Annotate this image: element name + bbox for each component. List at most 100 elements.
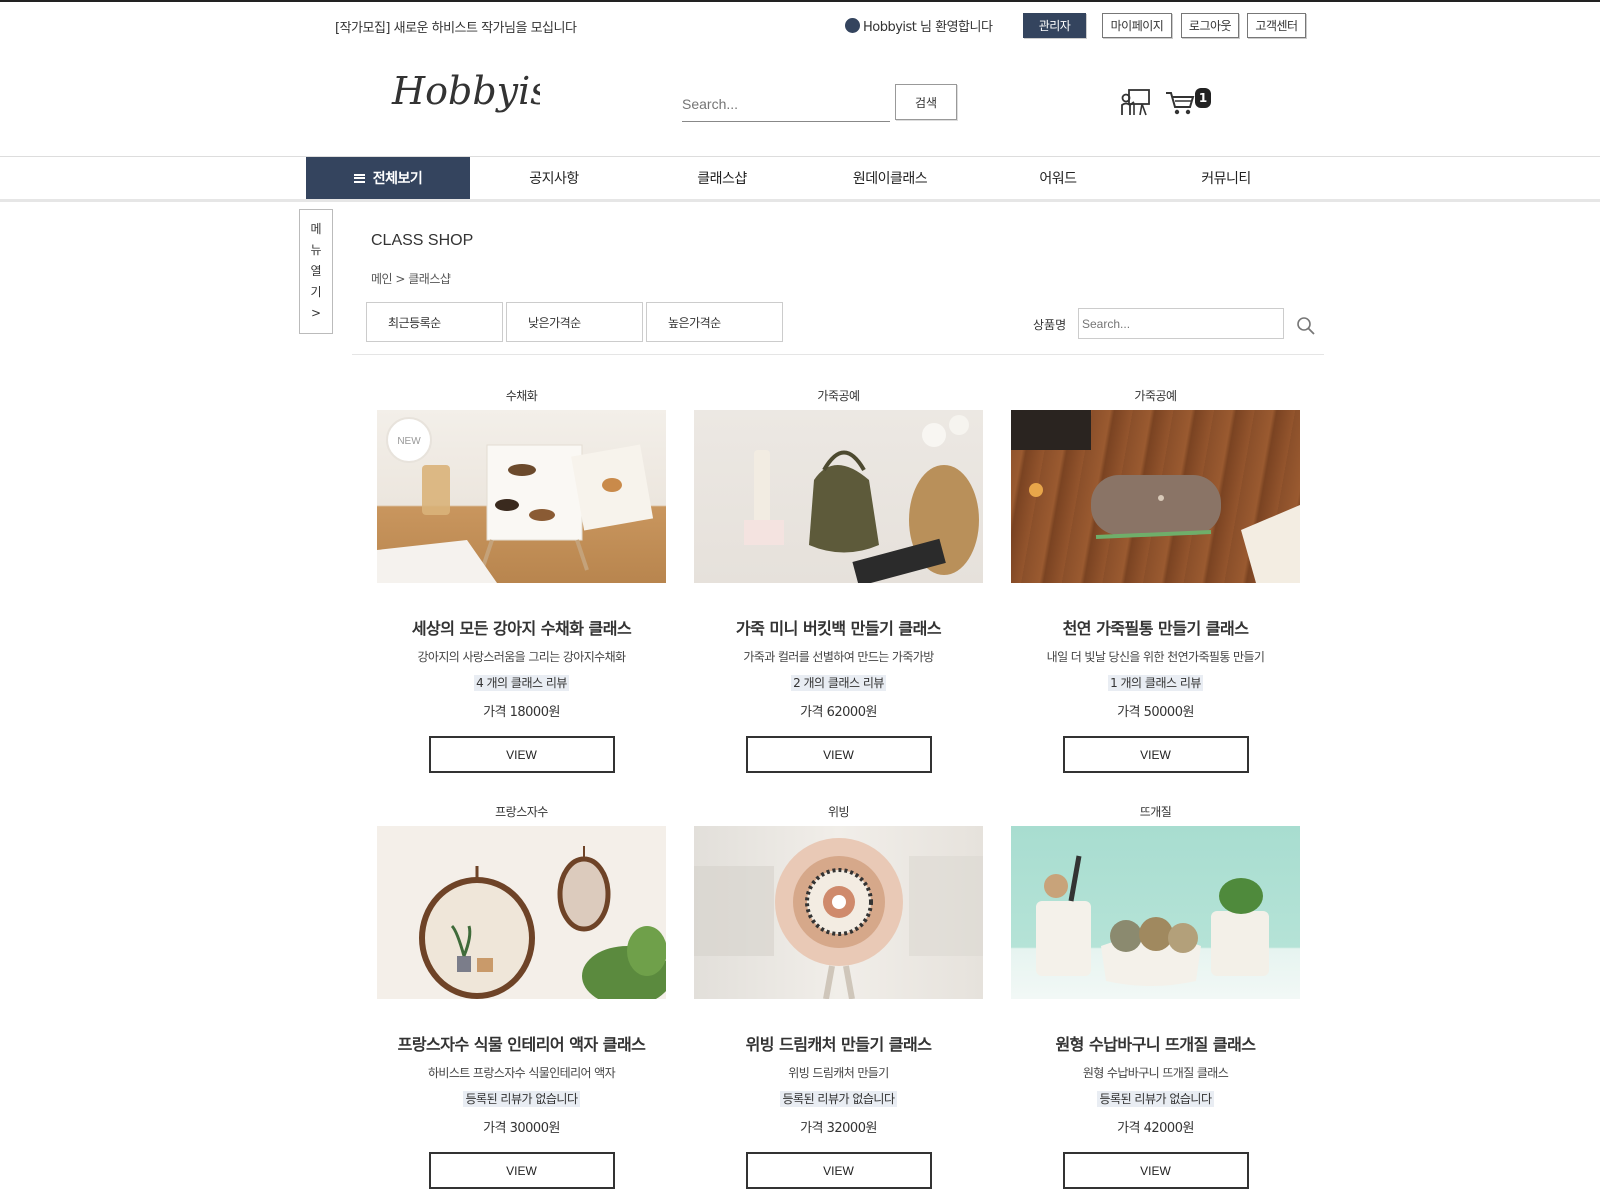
sort-price-high-button[interactable]: 높은가격순 [646, 302, 783, 342]
logo-text: Hobbyist [391, 69, 540, 113]
product-category: 수채화 [505, 389, 538, 403]
review-text: 2 개의 클래스 리뷰 [791, 675, 886, 691]
mypage-button[interactable]: 마이페이지 [1102, 13, 1172, 38]
product-category: 뜨개질 [1139, 805, 1172, 819]
header-search-button[interactable]: 검색 [895, 84, 957, 120]
product-review-count: 4 개의 클래스 리뷰 [377, 674, 666, 691]
product-search-input[interactable] [1079, 309, 1283, 338]
product-category: 위빙 [827, 805, 850, 819]
product-card: 가죽공예 천연 가죽필통 만들기 클래스 내일 더 빛날 당신을 위한 천연가죽… [1011, 388, 1300, 773]
side-menu-char: 열 [310, 264, 322, 278]
product-image[interactable] [694, 826, 983, 999]
customer-center-button[interactable]: 고객센터 [1247, 13, 1306, 38]
review-text: 등록된 리뷰가 없습니다 [780, 1091, 897, 1107]
cart-icon[interactable] [1165, 90, 1195, 116]
nav-divider-bottom [0, 199, 1600, 202]
header-search-field[interactable] [682, 86, 890, 122]
product-price: 가격 32000원 [800, 1121, 877, 1136]
watercolor-dog-illustration: NEW [377, 417, 654, 583]
view-button[interactable]: VIEW [428, 1152, 615, 1189]
hobbyist-logo-icon: Hobbyist [391, 69, 566, 113]
product-description: 강아지의 사랑스러움을 그리는 강아지수채화 [417, 650, 626, 664]
product-review-count: 등록된 리뷰가 없습니다 [694, 1090, 983, 1107]
product-review-count: 등록된 리뷰가 없습니다 [1011, 1090, 1300, 1107]
view-button[interactable]: VIEW [745, 736, 932, 773]
product-price: 가격 62000원 [800, 705, 877, 720]
main-nav: 전체보기 공지사항 클래스샵 원데이클래스 어워드 커뮤니티 [306, 157, 1310, 199]
product-image[interactable] [694, 410, 983, 583]
user-avatar [845, 18, 860, 33]
review-text: 1 개의 클래스 리뷰 [1108, 675, 1203, 691]
product-image[interactable] [1011, 410, 1300, 583]
product-title[interactable]: 세상의 모든 강아지 수채화 클래스 [377, 615, 666, 639]
review-text: 등록된 리뷰가 없습니다 [1097, 1091, 1214, 1107]
product-category: 가죽공예 [817, 389, 860, 403]
nav-item-oneday-class[interactable]: 원데이클래스 [806, 157, 974, 199]
product-search-field[interactable] [1078, 308, 1284, 339]
header-search-input[interactable] [682, 86, 890, 121]
leather-pencil-case-photo [1011, 410, 1300, 583]
product-card: 위빙 위빙 드림캐처 만들기 클래스 위빙 드림캐처 만들기 등록된 리뷰가 없… [694, 804, 983, 1189]
view-button[interactable]: VIEW [1062, 736, 1249, 773]
review-text: 등록된 리뷰가 없습니다 [463, 1091, 580, 1107]
welcome-message: Hobbyist 님 환영합니다 [845, 16, 993, 35]
product-category: 프랑스자수 [495, 805, 548, 819]
crochet-basket-photo [1036, 855, 1269, 986]
product-description: 내일 더 빛날 당신을 위한 천연가죽필통 만들기 [1046, 650, 1265, 664]
leather-bucket-bag-photo [744, 415, 979, 583]
embroidery-hoop-photo [419, 846, 666, 999]
product-price: 가격 42000원 [1117, 1121, 1194, 1136]
product-card: 수채화 NEW 세상의 모든 강아지 수채화 클래스 강아지의 사랑스러움을 그… [377, 388, 666, 773]
product-price: 가격 30000원 [483, 1121, 560, 1136]
top-border [0, 0, 1600, 2]
side-menu-char: > [310, 306, 322, 320]
nav-item-community[interactable]: 커뮤니티 [1142, 157, 1310, 199]
product-image[interactable] [377, 826, 666, 999]
side-menu-char: 뉴 [310, 243, 322, 257]
side-menu-char: 기 [310, 285, 322, 299]
product-category: 가죽공예 [1134, 389, 1177, 403]
side-menu-open-button[interactable]: 메 뉴 열 기 > [299, 209, 333, 334]
site-logo[interactable]: Hobbyist [390, 62, 566, 132]
view-button[interactable]: VIEW [428, 736, 615, 773]
product-review-count: 1 개의 클래스 리뷰 [1011, 674, 1300, 691]
nav-item-class-shop[interactable]: 클래스샵 [638, 157, 806, 199]
nav-item-notice[interactable]: 공지사항 [470, 157, 638, 199]
sort-newest-button[interactable]: 최근등록순 [366, 302, 503, 342]
view-button[interactable]: VIEW [1062, 1152, 1249, 1189]
product-card: 가죽공예 가죽 미니 버킷백 만들기 클래스 가죽과 컬러를 선별하여 만드는 … [694, 388, 983, 773]
cart-count-badge: 1 [1195, 88, 1211, 108]
product-description: 위빙 드림캐처 만들기 [788, 1066, 889, 1080]
product-title[interactable]: 프랑스자수 식물 인테리어 액자 클래스 [377, 1031, 666, 1055]
product-image[interactable] [1011, 826, 1300, 999]
content-divider [352, 354, 1324, 355]
breadcrumb: 메인 > 클래스샵 [371, 272, 451, 286]
review-text: 4 개의 클래스 리뷰 [474, 675, 569, 691]
class-icon[interactable] [1120, 88, 1152, 116]
sort-price-low-button[interactable]: 낮은가격순 [506, 302, 643, 342]
product-description: 가죽과 컬러를 선별하여 만드는 가죽가방 [743, 650, 934, 664]
page-title: CLASS SHOP [371, 232, 474, 249]
product-search-label: 상품명 [1033, 318, 1067, 332]
product-description: 하비스트 프랑스자수 식물인테리어 액자 [427, 1066, 616, 1080]
product-image[interactable]: NEW [377, 410, 666, 583]
product-title[interactable]: 원형 수납바구니 뜨개질 클래스 [1011, 1031, 1300, 1055]
welcome-text: Hobbyist 님 환영합니다 [863, 20, 993, 35]
recruit-notice-link[interactable]: [작가모집] 새로운 하비스트 작가님을 모십니다 [335, 17, 577, 36]
product-price: 가격 50000원 [1117, 705, 1194, 720]
product-review-count: 2 개의 클래스 리뷰 [694, 674, 983, 691]
product-title[interactable]: 위빙 드림캐처 만들기 클래스 [694, 1031, 983, 1055]
product-title[interactable]: 천연 가죽필통 만들기 클래스 [1011, 615, 1300, 639]
side-menu-char: 메 [310, 222, 322, 236]
view-button[interactable]: VIEW [745, 1152, 932, 1189]
nav-item-award[interactable]: 어워드 [974, 157, 1142, 199]
search-icon[interactable] [1296, 316, 1316, 336]
product-review-count: 등록된 리뷰가 없습니다 [377, 1090, 666, 1107]
nav-all-categories[interactable]: 전체보기 [306, 157, 470, 199]
logout-button[interactable]: 로그아웃 [1181, 13, 1239, 38]
sort-options: 최근등록순 낮은가격순 높은가격순 [366, 302, 783, 342]
weaving-dreamcatcher-photo [694, 838, 983, 999]
admin-button[interactable]: 관리자 [1023, 13, 1086, 38]
product-title[interactable]: 가죽 미니 버킷백 만들기 클래스 [694, 615, 983, 639]
product-card: 뜨개질 원형 수납바구니 뜨개질 클래스 원형 수납바구니 뜨개질 클래스 등록… [1011, 804, 1300, 1189]
